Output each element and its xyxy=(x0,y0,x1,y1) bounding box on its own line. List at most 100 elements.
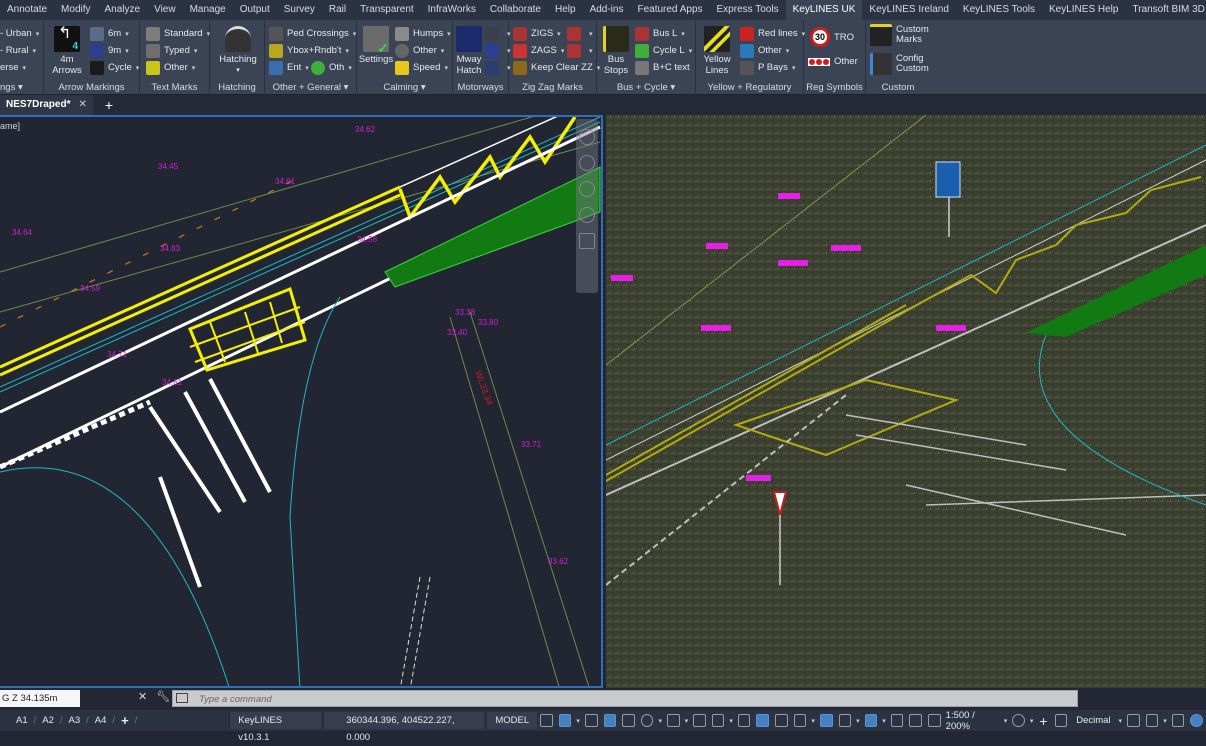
zigs-button[interactable]: ZIGS ▾ xyxy=(513,26,561,41)
dynamic-input-icon[interactable] xyxy=(603,714,617,727)
close-icon[interactable]: ✕ xyxy=(138,691,147,703)
gizmo-icon[interactable] xyxy=(864,714,878,727)
ribbon-tab-express-tools[interactable]: Express Tools xyxy=(710,0,786,20)
wrench-icon[interactable]: 🔧︎ xyxy=(156,691,170,703)
mway-tool-2[interactable]: ▾ xyxy=(485,43,511,58)
panel-title[interactable]: Bus + Cycle ▾ xyxy=(597,82,695,93)
units-selector[interactable]: Decimal xyxy=(1076,715,1110,726)
mway-hatch-button[interactable]: Mway Hatch xyxy=(455,26,483,76)
typed-button[interactable]: Typed ▾ xyxy=(146,43,197,58)
navigation-bar[interactable] xyxy=(576,119,598,293)
pan-icon[interactable] xyxy=(579,155,595,171)
object-snap-tracking-icon[interactable] xyxy=(693,714,706,727)
units-icon[interactable] xyxy=(1054,714,1068,727)
speed-button[interactable]: Speed ▾ xyxy=(395,60,448,75)
other-symbols-button[interactable]: Other xyxy=(808,54,858,69)
zoom-extents-icon[interactable] xyxy=(579,181,595,197)
annotation-scale-icon[interactable] xyxy=(928,714,941,727)
ribbon-tab-annotate[interactable]: Annotate xyxy=(0,0,54,20)
urban-button[interactable]: - Urban ▾ xyxy=(0,26,39,41)
ent-button[interactable]: Ent ▾ xyxy=(269,60,309,75)
4m-arrows-button[interactable]: ↰ 4 4m Arrows xyxy=(50,26,84,77)
settings-button[interactable]: ✓ Settings xyxy=(359,26,393,65)
ribbon-tab-transoft-bim-3d[interactable]: Transoft BIM 3D xyxy=(1125,0,1206,20)
layout-tab-a2[interactable]: A2 xyxy=(36,715,60,726)
steering-wheel-icon[interactable] xyxy=(579,129,595,145)
ribbon-tab-infraworks[interactable]: InfraWorks xyxy=(421,0,483,20)
zig-tool-extra-2[interactable]: ▾ xyxy=(567,43,593,58)
ribbon-tab-manage[interactable]: Manage xyxy=(183,0,233,20)
ribbon-tab-rail[interactable]: Rail xyxy=(322,0,353,20)
yellow-lines-button[interactable]: Yellow Lines xyxy=(702,26,732,76)
p-bays-button[interactable]: P Bays ▾ xyxy=(740,60,795,75)
object-snap-icon[interactable] xyxy=(711,714,725,727)
cursor-coordinates[interactable]: 360344.396, 404522.227, 0.000 xyxy=(323,712,485,743)
bus-lane-button[interactable]: Bus L ▾ xyxy=(635,26,685,41)
new-tab-button[interactable]: + xyxy=(105,97,113,113)
ribbon-tab-collaborate[interactable]: Collaborate xyxy=(483,0,548,20)
close-icon[interactable]: ✕ xyxy=(78,99,86,110)
ribbon-tab-featured-apps[interactable]: Featured Apps xyxy=(630,0,709,20)
bus-stops-button[interactable]: Bus Stops xyxy=(601,26,631,76)
add-layout-button[interactable]: + xyxy=(115,713,135,728)
hatching-button[interactable]: Hatching ▾ xyxy=(218,26,258,76)
command-input[interactable]: Type a command xyxy=(172,690,1078,707)
ribbon-tab-analyze[interactable]: Analyze xyxy=(98,0,148,20)
lock-ui-icon[interactable] xyxy=(1145,714,1159,727)
ribbon-tab-keylines-uk[interactable]: KeyLINES UK xyxy=(785,0,863,20)
selection-cycling-icon[interactable] xyxy=(775,714,788,727)
orbit-icon[interactable] xyxy=(579,207,595,223)
viewport-3d[interactable] xyxy=(606,115,1206,688)
ribbon-tab-keylines-ireland[interactable]: KeyLINES Ireland xyxy=(862,0,956,20)
document-tab[interactable]: NES7Draped* ✕ xyxy=(0,95,93,115)
ortho-icon[interactable] xyxy=(622,714,635,727)
panel-title[interactable]: ngs ▾ xyxy=(0,82,43,93)
ribbon-tab-survey[interactable]: Survey xyxy=(277,0,322,20)
zig-tool-extra-1[interactable]: ▾ xyxy=(567,26,593,41)
ribbon-tab-keylines-help[interactable]: KeyLINES Help xyxy=(1042,0,1125,20)
snap-icon[interactable] xyxy=(558,714,572,727)
model-space-toggle[interactable]: MODEL xyxy=(486,712,538,729)
custom-marks-button[interactable]: Custom Marks xyxy=(870,24,929,46)
isometric-icon[interactable] xyxy=(666,714,680,727)
transparency-icon[interactable] xyxy=(756,714,770,727)
cycle-arrow-button[interactable]: Cycle ▾ xyxy=(90,60,139,75)
isolate-objects-icon[interactable] xyxy=(1171,714,1185,727)
showmotion-icon[interactable] xyxy=(579,233,595,249)
annotation-visibility-icon[interactable] xyxy=(890,714,904,727)
mway-tool-3[interactable]: ▾ xyxy=(485,60,511,75)
lineweight-icon[interactable] xyxy=(737,714,751,727)
zags-button[interactable]: ZAGS ▾ xyxy=(513,43,564,58)
ped-crossings-button[interactable]: Ped Crossings ▾ xyxy=(269,26,356,41)
quick-properties-icon[interactable] xyxy=(1127,714,1140,727)
oth-button[interactable]: Oth ▾ xyxy=(311,60,352,75)
ribbon-tab-keylines-tools[interactable]: KeyLINES Tools xyxy=(956,0,1042,20)
ribbon-tab-view[interactable]: View xyxy=(147,0,183,20)
layout-tab-a4[interactable]: A4 xyxy=(89,715,113,726)
ribbon-tab-add-ins[interactable]: Add-ins xyxy=(583,0,631,20)
annotation-scale[interactable]: 1:500 / 200% xyxy=(946,710,1000,732)
tro-button[interactable]: 30 TRO xyxy=(810,26,854,48)
infer-constraints-icon[interactable] xyxy=(584,714,598,727)
3d-object-snap-icon[interactable] xyxy=(793,714,807,727)
ribbon-tab-help[interactable]: Help xyxy=(548,0,583,20)
annotation-monitor-icon[interactable]: + xyxy=(1039,713,1047,729)
polar-tracking-icon[interactable] xyxy=(640,714,654,727)
grid-icon[interactable] xyxy=(540,714,553,727)
viewport-plan[interactable]: ame] 34.45 34.61 34.64 34.83 34.59 34.62… xyxy=(0,115,603,688)
auto-scale-icon[interactable] xyxy=(909,714,923,727)
dynamic-ucs-icon[interactable] xyxy=(819,714,833,727)
panel-title[interactable]: Calming ▾ xyxy=(357,82,452,93)
selection-filter-icon[interactable] xyxy=(838,714,852,727)
ribbon-tab-modify[interactable]: Modify xyxy=(54,0,97,20)
humps-button[interactable]: Humps ▾ xyxy=(395,26,451,41)
ribbon-tab-output[interactable]: Output xyxy=(233,0,277,20)
reverse-button[interactable]: erse ▾ xyxy=(0,60,26,75)
hardware-acceleration-icon[interactable] xyxy=(1190,714,1204,727)
layout-tab-a3[interactable]: A3 xyxy=(63,715,87,726)
ybox-button[interactable]: Ybox+Rndb't ▾ xyxy=(269,43,349,58)
ribbon-tab-transparent[interactable]: Transparent xyxy=(353,0,421,20)
layout-tab-a1[interactable]: A1 xyxy=(10,715,34,726)
9m-button[interactable]: 9m ▾ xyxy=(90,43,129,58)
command-prompt-icon[interactable] xyxy=(176,693,188,703)
